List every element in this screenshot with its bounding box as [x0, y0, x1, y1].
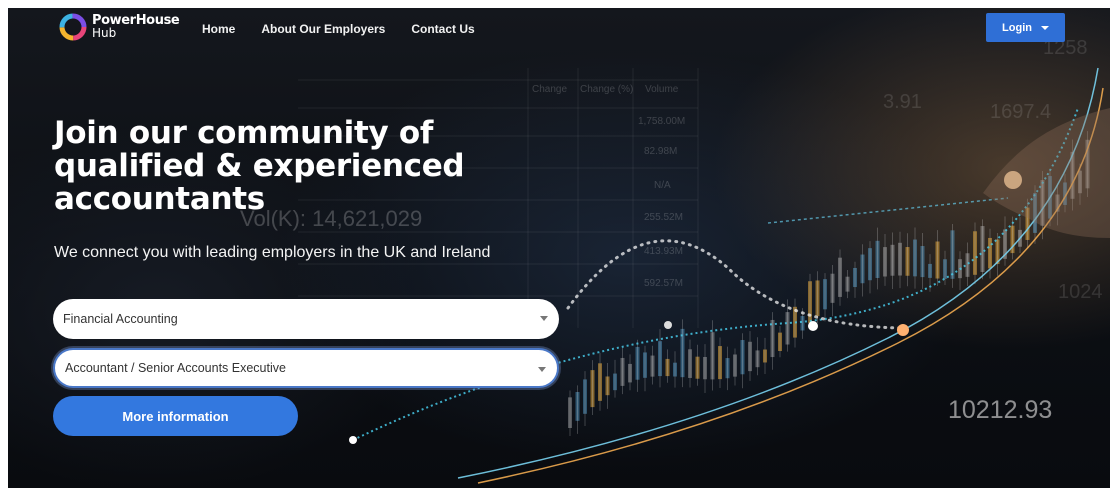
nav-item-contact[interactable]: Contact Us [411, 22, 474, 36]
chart-point [808, 321, 818, 331]
powerhouse-logo-icon [59, 13, 87, 41]
brand-logo[interactable]: PowerHouse Hub [58, 12, 180, 42]
cta-label: More information [122, 408, 229, 424]
nav-item-about-employers[interactable]: About Our Employers [261, 22, 385, 36]
bg-table-header: Change [532, 84, 567, 95]
login-label: Login [1002, 21, 1032, 34]
bg-number: 1024 [1058, 281, 1103, 303]
bg-volume: 1,758.00M [638, 116, 685, 127]
chart-point [349, 436, 357, 444]
brand-sub: Hub [92, 26, 117, 40]
chart-point [664, 321, 672, 329]
bg-volume: 255.52M [644, 212, 683, 223]
bg-table-header: Volume [645, 84, 679, 95]
chevron-down-icon [538, 367, 546, 372]
trend-line-upper [767, 197, 1009, 224]
more-information-button[interactable]: More information [53, 396, 298, 436]
bg-volume: 413.93M [644, 246, 683, 257]
login-button[interactable]: Login [986, 13, 1065, 42]
chevron-down-icon [540, 316, 548, 321]
area-select-value: Financial Accounting [63, 312, 178, 326]
chart-point-glow [897, 324, 909, 336]
bg-number: 1697.4 [990, 101, 1051, 123]
bg-volume: N/A [654, 180, 671, 191]
main-nav: Home About Our Employers Contact Us [202, 22, 501, 36]
bg-table-header: Change (%) [580, 84, 633, 95]
nav-item-home[interactable]: Home [202, 22, 235, 36]
bg-volume: 82.98M [644, 146, 677, 157]
area-select[interactable]: Financial Accounting [53, 299, 559, 339]
hand-silhouette [983, 108, 1110, 238]
role-select-value: Accountant / Senior Accounts Executive [65, 361, 286, 375]
hero-section: Change Change (%) Volume 1,758.00M 82.98… [8, 8, 1110, 488]
hero-headline: Join our community of qualified & experi… [54, 115, 465, 217]
bg-number: 3.91 [883, 91, 922, 113]
role-select[interactable]: Accountant / Senior Accounts Executive [53, 348, 559, 388]
hero-subline: We connect you with leading employers in… [54, 244, 491, 261]
bg-volume: 592.57M [644, 278, 683, 289]
bg-big-number: 10212.93 [948, 396, 1052, 424]
caret-down-icon [1040, 25, 1049, 30]
